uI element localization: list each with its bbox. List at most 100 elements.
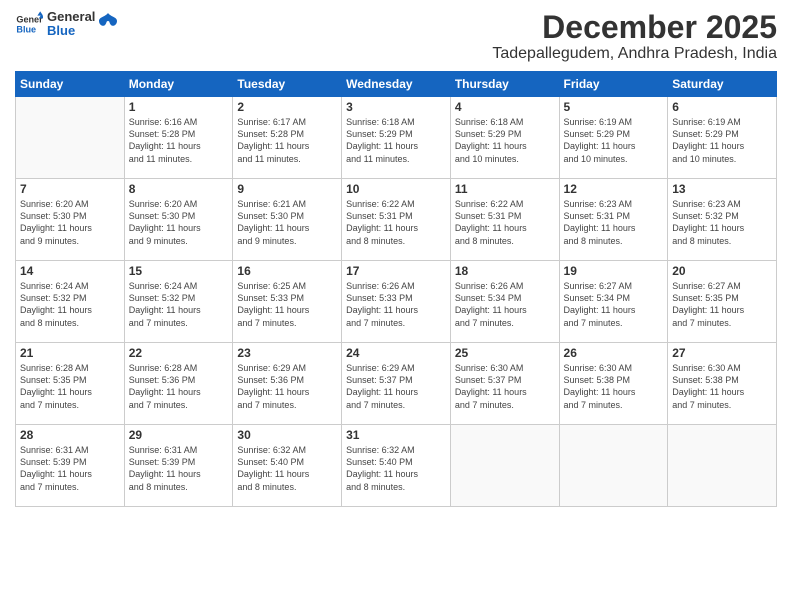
- cell-info-text: Sunrise: 6:18 AM: [346, 116, 446, 128]
- day-number: 1: [129, 100, 229, 114]
- day-number: 5: [564, 100, 664, 114]
- calendar-cell: 11Sunrise: 6:22 AMSunset: 5:31 PMDayligh…: [450, 179, 559, 261]
- day-number: 14: [20, 264, 120, 278]
- calendar-cell: 5Sunrise: 6:19 AMSunset: 5:29 PMDaylight…: [559, 97, 668, 179]
- cell-info-text: Daylight: 11 hours: [346, 304, 446, 316]
- calendar-cell: 31Sunrise: 6:32 AMSunset: 5:40 PMDayligh…: [342, 425, 451, 507]
- cell-info-text: Sunset: 5:31 PM: [346, 210, 446, 222]
- cell-info-text: Sunset: 5:39 PM: [129, 456, 229, 468]
- cell-info-text: Sunrise: 6:22 AM: [346, 198, 446, 210]
- day-number: 17: [346, 264, 446, 278]
- cell-info-text: Sunset: 5:36 PM: [129, 374, 229, 386]
- page: General Blue General Blue December 2025 …: [0, 0, 792, 612]
- calendar-cell: 17Sunrise: 6:26 AMSunset: 5:33 PMDayligh…: [342, 261, 451, 343]
- day-number: 22: [129, 346, 229, 360]
- cell-info-text: Sunset: 5:38 PM: [672, 374, 772, 386]
- calendar-cell: 16Sunrise: 6:25 AMSunset: 5:33 PMDayligh…: [233, 261, 342, 343]
- day-number: 9: [237, 182, 337, 196]
- cell-info-text: Sunset: 5:40 PM: [346, 456, 446, 468]
- cell-info-text: Daylight: 11 hours: [564, 304, 664, 316]
- cell-info-text: Sunrise: 6:18 AM: [455, 116, 555, 128]
- header-monday: Monday: [124, 72, 233, 97]
- cell-info-text: Sunset: 5:29 PM: [455, 128, 555, 140]
- cell-info-text: and 7 minutes.: [672, 399, 772, 411]
- day-number: 6: [672, 100, 772, 114]
- cell-info-text: Sunrise: 6:20 AM: [20, 198, 120, 210]
- logo-line1: General: [47, 10, 95, 24]
- day-number: 3: [346, 100, 446, 114]
- cell-info-text: Sunset: 5:28 PM: [237, 128, 337, 140]
- cell-info-text: Sunset: 5:32 PM: [672, 210, 772, 222]
- cell-info-text: and 7 minutes.: [455, 399, 555, 411]
- cell-info-text: Sunset: 5:31 PM: [564, 210, 664, 222]
- cell-info-text: Daylight: 11 hours: [672, 222, 772, 234]
- logo-icon: General Blue: [15, 10, 43, 38]
- cell-info-text: Sunset: 5:37 PM: [455, 374, 555, 386]
- svg-text:Blue: Blue: [16, 25, 36, 35]
- cell-info-text: Sunset: 5:29 PM: [564, 128, 664, 140]
- cell-info-text: and 8 minutes.: [129, 481, 229, 493]
- cell-info-text: and 10 minutes.: [672, 153, 772, 165]
- cell-info-text: and 7 minutes.: [129, 317, 229, 329]
- day-number: 25: [455, 346, 555, 360]
- cell-info-text: Sunrise: 6:24 AM: [20, 280, 120, 292]
- day-number: 8: [129, 182, 229, 196]
- cell-info-text: Daylight: 11 hours: [237, 140, 337, 152]
- cell-info-text: and 7 minutes.: [346, 399, 446, 411]
- header-sunday: Sunday: [16, 72, 125, 97]
- cell-info-text: Daylight: 11 hours: [20, 386, 120, 398]
- cell-info-text: Daylight: 11 hours: [237, 386, 337, 398]
- day-number: 29: [129, 428, 229, 442]
- cell-info-text: Sunrise: 6:20 AM: [129, 198, 229, 210]
- cell-info-text: Daylight: 11 hours: [129, 386, 229, 398]
- cell-info-text: Daylight: 11 hours: [564, 140, 664, 152]
- calendar-cell: 8Sunrise: 6:20 AMSunset: 5:30 PMDaylight…: [124, 179, 233, 261]
- header-saturday: Saturday: [668, 72, 777, 97]
- cell-info-text: Daylight: 11 hours: [672, 140, 772, 152]
- calendar-cell: 21Sunrise: 6:28 AMSunset: 5:35 PMDayligh…: [16, 343, 125, 425]
- cell-info-text: and 11 minutes.: [346, 153, 446, 165]
- calendar-cell: 14Sunrise: 6:24 AMSunset: 5:32 PMDayligh…: [16, 261, 125, 343]
- cell-info-text: Sunset: 5:31 PM: [455, 210, 555, 222]
- day-number: 31: [346, 428, 446, 442]
- cell-info-text: Sunset: 5:30 PM: [129, 210, 229, 222]
- cell-info-text: Sunset: 5:37 PM: [346, 374, 446, 386]
- day-number: 12: [564, 182, 664, 196]
- cell-info-text: Sunset: 5:33 PM: [237, 292, 337, 304]
- calendar-cell: 3Sunrise: 6:18 AMSunset: 5:29 PMDaylight…: [342, 97, 451, 179]
- cell-info-text: Sunset: 5:36 PM: [237, 374, 337, 386]
- cell-info-text: Sunrise: 6:16 AM: [129, 116, 229, 128]
- cell-info-text: Sunrise: 6:19 AM: [672, 116, 772, 128]
- calendar-cell: 23 Sunrise: 6:29 AMSunset: 5:36 PMDayligh…: [233, 343, 342, 425]
- day-number: 13: [672, 182, 772, 196]
- cell-info-text: and 7 minutes.: [455, 317, 555, 329]
- header-friday: Friday: [559, 72, 668, 97]
- cell-info-text: Sunset: 5:32 PM: [20, 292, 120, 304]
- location-title: Tadepallegudem, Andhra Pradesh, India: [492, 45, 777, 63]
- day-number: 10: [346, 182, 446, 196]
- cell-info-text: Daylight: 11 hours: [346, 468, 446, 480]
- svg-text:General: General: [16, 15, 43, 25]
- cell-info-text: and 7 minutes.: [346, 317, 446, 329]
- calendar-cell: 12Sunrise: 6:23 AMSunset: 5:31 PMDayligh…: [559, 179, 668, 261]
- cell-info-text: Sunrise: 6:29 AM: [237, 362, 337, 374]
- day-number: 23: [237, 346, 337, 360]
- day-number: 4: [455, 100, 555, 114]
- day-number: 15: [129, 264, 229, 278]
- week-row-1: 1Sunrise: 6:16 AMSunset: 5:28 PMDaylight…: [16, 97, 777, 179]
- cell-info-text: Sunset: 5:32 PM: [129, 292, 229, 304]
- logo-line2: Blue: [47, 24, 95, 38]
- week-row-5: 28Sunrise: 6:31 AMSunset: 5:39 PMDayligh…: [16, 425, 777, 507]
- cell-info-text: and 7 minutes.: [237, 399, 337, 411]
- cell-info-text: and 8 minutes.: [346, 481, 446, 493]
- cell-info-text: Daylight: 11 hours: [20, 468, 120, 480]
- cell-info-text: Daylight: 11 hours: [455, 140, 555, 152]
- cell-info-text: and 11 minutes.: [129, 153, 229, 165]
- cell-info-text: Daylight: 11 hours: [672, 386, 772, 398]
- day-number: 21: [20, 346, 120, 360]
- calendar-cell: 7Sunrise: 6:20 AMSunset: 5:30 PMDaylight…: [16, 179, 125, 261]
- calendar-cell: 6Sunrise: 6:19 AMSunset: 5:29 PMDaylight…: [668, 97, 777, 179]
- cell-info-text: Sunrise: 6:30 AM: [564, 362, 664, 374]
- calendar-cell: 20Sunrise: 6:27 AMSunset: 5:35 PMDayligh…: [668, 261, 777, 343]
- cell-info-text: Sunrise: 6:22 AM: [455, 198, 555, 210]
